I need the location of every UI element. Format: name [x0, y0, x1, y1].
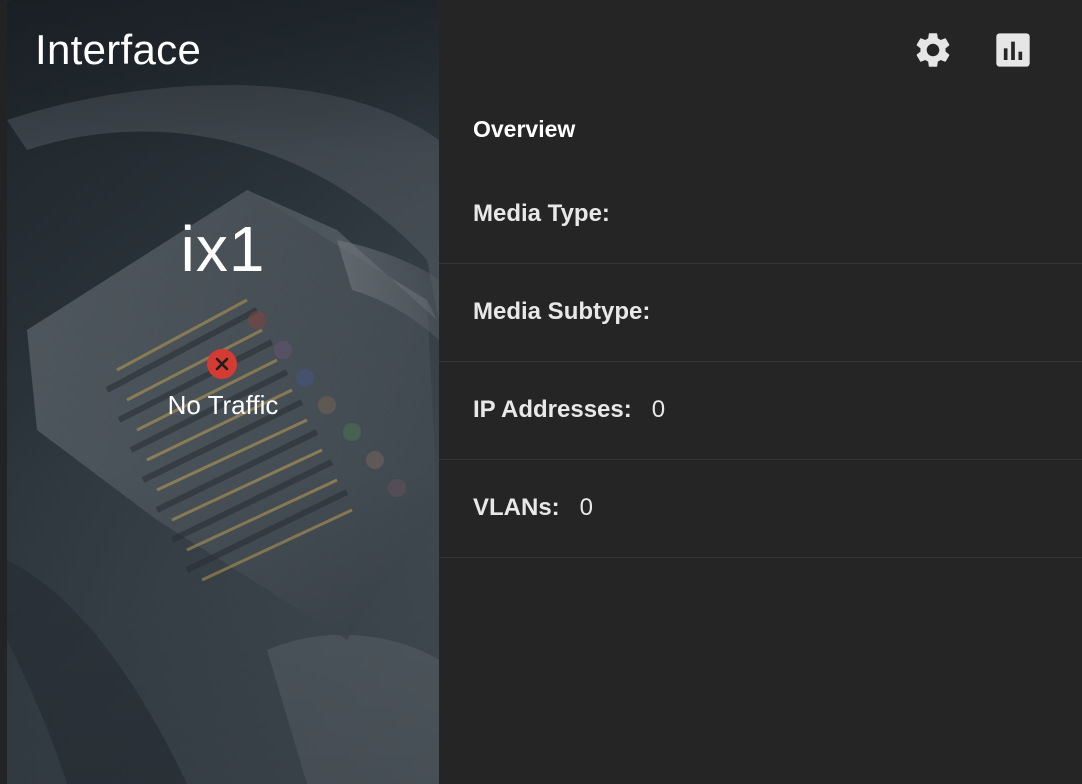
interface-name: ix1	[180, 213, 266, 285]
interface-image-panel: Interface ix1 No Traffic	[7, 0, 439, 784]
media-type-label: Media Type:	[473, 200, 610, 227]
media-subtype-label: Media Subtype:	[473, 298, 651, 325]
media-type-row: Media Type:	[439, 165, 1082, 264]
card-title: Interface	[35, 26, 202, 73]
media-subtype-row: Media Subtype:	[439, 263, 1082, 362]
stats-button[interactable]	[991, 28, 1035, 72]
overview-title: Overview	[473, 116, 576, 142]
ip-addresses-label: IP Addresses:	[473, 396, 632, 423]
settings-button[interactable]	[911, 28, 955, 72]
traffic-status-text: No Traffic	[167, 390, 279, 420]
vlans-value: 0	[579, 494, 594, 521]
interface-card: Interface ix1 No Traffic Overview Media …	[0, 0, 1082, 784]
bar-chart-icon	[996, 33, 1030, 67]
gear-icon	[916, 33, 950, 67]
error-x-icon	[207, 349, 237, 379]
interface-details-panel: Overview Media Type: Media Subtype: IP A…	[439, 0, 1082, 784]
vlans-row: VLANs: 0	[439, 459, 1082, 558]
ip-addresses-value: 0	[651, 396, 666, 423]
vlans-label: VLANs:	[473, 494, 560, 521]
ip-addresses-row: IP Addresses: 0	[439, 361, 1082, 460]
